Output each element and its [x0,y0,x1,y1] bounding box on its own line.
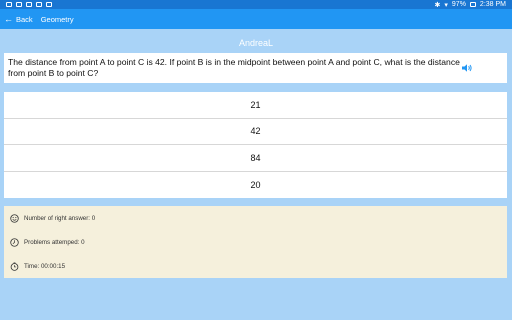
smiley-icon [10,213,19,223]
arrow-left-icon: ← [4,13,13,24]
status-bar-notifications [6,2,52,7]
question-text: The distance from point A to point C is … [8,57,460,78]
answer-option[interactable]: 84 [4,145,507,172]
status-bar: ✱ ▾ 97% 2:38 PM [0,0,512,9]
answer-option[interactable]: 21 [4,92,507,119]
question-card: The distance from point A to point C is … [4,53,507,83]
page-title: Geometry [40,14,74,24]
speaker-icon[interactable] [461,63,473,73]
player-name: AndreaL [238,38,274,48]
status-bar-system: ✱ ▾ 97% 2:38 PM [435,1,506,9]
answer-option[interactable]: 20 [4,172,507,199]
right-answers-text: Number of right answer: 0 [24,214,96,222]
battery-level: 97% [451,1,466,8]
back-label: Back [16,14,33,24]
stats-panel: Number of right answer: 0 Problems attem… [4,206,507,278]
battery-icon [469,2,476,7]
wifi-icon: ▾ [444,1,448,9]
notification-icon [6,2,12,7]
bag-icon [46,2,52,7]
attempted-text: Problems attemped: 0 [24,238,85,246]
action-bar: ← Back Geometry [0,9,512,29]
stat-time: Time: 00:00:15 [4,254,507,278]
stopwatch-icon [10,261,19,271]
clock-icon [10,237,19,247]
answer-list: 21 42 84 20 [4,92,507,198]
back-button[interactable]: ← Back [4,13,33,24]
stat-right-answers: Number of right answer: 0 [4,206,507,230]
clock-time: 2:38 PM [479,1,506,8]
stat-attempted: Problems attemped: 0 [4,230,507,254]
message-icon [16,2,22,7]
bluetooth-icon: ✱ [434,1,441,9]
app-icon [26,2,32,7]
answer-option[interactable]: 42 [4,119,507,145]
download-icon [36,2,42,7]
time-text: Time: 00:00:15 [24,262,66,270]
